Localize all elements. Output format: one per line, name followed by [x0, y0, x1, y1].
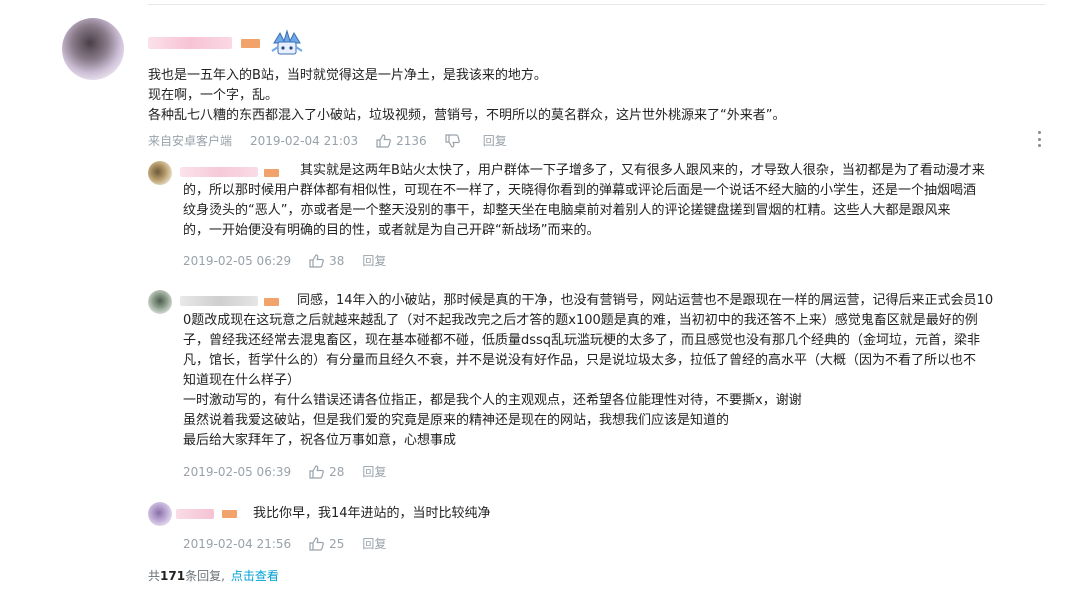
like-count: 2136: [396, 133, 427, 148]
reply-line: 一时激动写的，有什么错误还请各位指正，都是我个人的主观观点，还希望各位能理性对待…: [183, 393, 802, 408]
reply-line: 同感，14年入的小破站，那时候是真的干净，也没有营销号，网站运营也不是跟现在一样…: [297, 293, 994, 308]
reply-count-suffix: 条回复,: [185, 569, 225, 583]
thumbs-up-icon: [309, 253, 325, 268]
reply-button[interactable]: 回复: [483, 132, 507, 149]
dislike-button[interactable]: [445, 133, 465, 148]
reply-count-prefix: 共: [148, 569, 161, 583]
reply-line: 纹身烫头的“恶人”，亦或者是一个整天没别的事干，却整天坐在电脑桌前对着别人的评论…: [183, 203, 951, 218]
like-button[interactable]: 25: [309, 537, 344, 551]
reply-line: 0题改成现在这玩意之后就越来越乱了（对不起我改完之后才答的题x100题是真的难，…: [183, 313, 978, 328]
reply-meta: 2019-02-04 21:56 25 回复: [183, 535, 386, 552]
avatar[interactable]: [62, 18, 124, 80]
avatar[interactable]: [148, 502, 172, 526]
reply-meta: 2019-02-05 06:29 38 回复: [183, 252, 386, 269]
reply-text: 我比你早，我14年进站的，当时比较纯净: [183, 504, 1048, 524]
avatar[interactable]: [148, 290, 172, 314]
like-button[interactable]: 38: [309, 254, 344, 268]
reply-line: 虽然说着我爱这破站，但是我们爱的究竟是原来的精神还是现在的网站，我想我们应该是知…: [183, 413, 730, 428]
like-count: 25: [329, 536, 345, 551]
reply-count-footer: 共171条回复, 点击查看: [148, 567, 279, 584]
fan-medal-icon: [271, 29, 303, 55]
reply-line: 子，曾经我还经常去混鬼畜区，现在基本碰都不碰，低质量dssq乱玩滥玩梗的太多了，…: [183, 333, 981, 348]
reply-time: 2019-02-05 06:29: [183, 253, 292, 268]
reply-line: 知道现在什么样子）: [183, 373, 301, 388]
like-button[interactable]: 2136: [376, 134, 427, 148]
thumbs-up-icon: [309, 536, 325, 551]
avatar[interactable]: [148, 161, 172, 185]
reply-meta: 2019-02-05 06:39 28 回复: [183, 463, 386, 480]
reply-line: 其实就是这两年B站火太快了，用户群体一下子增多了，又有很多人跟风来的，才导致人很…: [300, 163, 985, 178]
view-all-replies-link[interactable]: 点击查看: [231, 569, 279, 583]
reply-button[interactable]: 回复: [362, 463, 386, 480]
comment-line: 现在啊，一个字，乱。: [148, 88, 279, 103]
comment-text: 我也是一五年入的B站，当时就觉得这是一片净土，是我该来的地方。 现在啊，一个字，…: [148, 66, 1048, 126]
thumbs-up-icon: [309, 464, 325, 479]
reply-line: 最后给大家拜年了，祝各位万事如意，心想事成: [183, 433, 457, 448]
reply-count: 171: [160, 569, 186, 583]
comment-time: 2019-02-04 21:03: [250, 133, 359, 148]
reply-line: 凡，馆长，哲学什么的）有分量而且经久不衰，并不是说没有好作品，只是说垃圾太多，拉…: [183, 353, 977, 368]
like-button[interactable]: 28: [309, 465, 344, 479]
thumbs-down-icon: [445, 133, 460, 148]
comment-meta: 来自安卓客户端 2019-02-04 21:03 2136 回复: [148, 132, 507, 149]
reply-button[interactable]: 回复: [362, 252, 386, 269]
thumbs-up-icon: [376, 133, 392, 148]
comment-line: 各种乱七八糟的东西都混入了小破站，垃圾视频，营销号，不明所以的莫名群众，这片世外…: [148, 108, 786, 123]
like-count: 38: [329, 253, 345, 268]
like-count: 28: [329, 464, 345, 479]
reply-line: 我比你早，我14年进站的，当时比较纯净: [253, 506, 491, 521]
comment-line: 我也是一五年入的B站，当时就觉得这是一片净土，是我该来的地方。: [148, 68, 547, 83]
client-source: 来自安卓客户端: [148, 134, 233, 148]
reply-time: 2019-02-04 21:56: [183, 536, 292, 551]
reply-line: 的，所以那时候用户群体都有相似性，可现在不一样了，天晓得你看到的弹幕或评论后面是…: [183, 183, 977, 198]
reply-text: 其实就是这两年B站火太快了，用户群体一下子增多了，又有很多人跟风来的，才导致人很…: [183, 161, 1048, 241]
username-blurred[interactable]: [148, 37, 232, 49]
reply-button[interactable]: 回复: [362, 535, 386, 552]
reply-line: 的，一开始便没有明确的目的性，或者就是为自己开辟“新战场”而来的。: [183, 223, 600, 238]
reply-time: 2019-02-05 06:39: [183, 464, 292, 479]
reply-text: 同感，14年入的小破站，那时候是真的干净，也没有营销号，网站运营也不是跟现在一样…: [183, 291, 1048, 451]
level-badge: [241, 39, 260, 48]
divider: [148, 4, 1046, 5]
more-vertical-icon[interactable]: [1037, 131, 1041, 147]
